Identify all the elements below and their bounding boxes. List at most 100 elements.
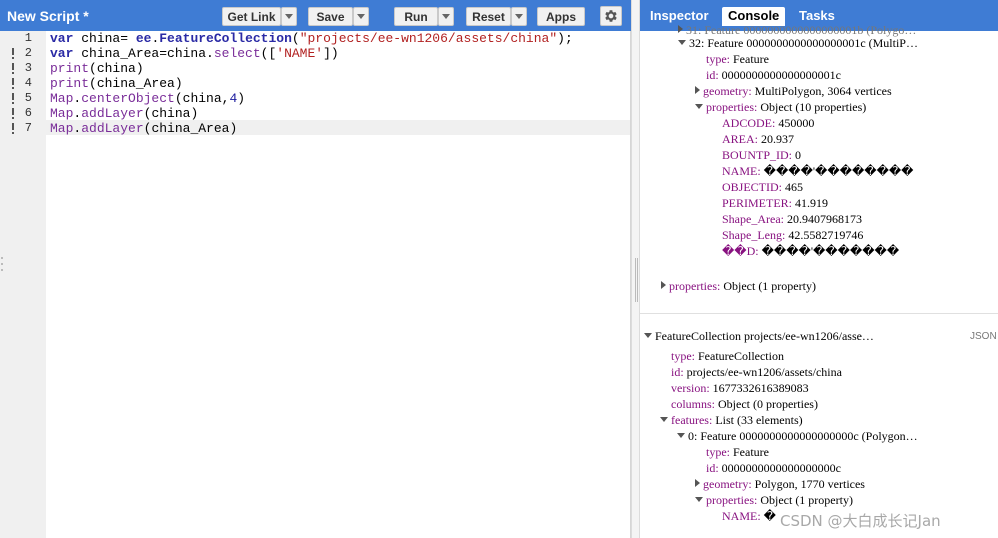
property-key: ADCODE: — [722, 116, 776, 130]
code-token: Map — [50, 121, 74, 136]
collapse-icon[interactable] — [695, 497, 703, 502]
code-line[interactable]: Map.centerObject(china,4) — [50, 91, 245, 106]
expand-icon[interactable] — [661, 281, 666, 289]
expand-icon[interactable] — [695, 86, 700, 94]
tree-row-featurecollection[interactable]: FeatureCollection projects/ee-wn1206/ass… — [644, 328, 874, 344]
save-button[interactable]: Save — [308, 7, 353, 26]
code-token: var — [50, 46, 82, 61]
lint-marker-icon[interactable] — [10, 93, 16, 104]
property-value: 42.5582719746 — [785, 228, 864, 242]
line-number-gutter: 1234567 — [0, 31, 46, 538]
tree-row-fc-version: version: 1677332616389083 — [671, 381, 809, 395]
code-line[interactable]: var china_Area=china.select(['NAME']) — [50, 46, 339, 61]
tree-row-properties[interactable]: properties: Object (10 properties) — [695, 99, 866, 115]
editor-toolbar: New Script * Get Link Save Run Reset App… — [0, 0, 631, 31]
property-row: Shape_Leng: 42.5582719746 — [722, 227, 863, 243]
reset-button[interactable]: Reset — [466, 7, 511, 26]
code-token: ([ — [260, 46, 277, 61]
get-link-button[interactable]: Get Link — [222, 7, 281, 26]
script-title[interactable]: New Script * — [7, 8, 89, 24]
lint-marker-icon[interactable] — [10, 123, 16, 134]
code-token: ]) — [323, 46, 339, 61]
code-token: var — [50, 31, 82, 46]
gutter-row: 1 — [0, 31, 46, 46]
lint-marker-icon[interactable] — [10, 108, 16, 119]
splitter-grip-icon[interactable] — [635, 258, 638, 302]
collapse-icon[interactable] — [677, 433, 685, 438]
collapse-icon[interactable] — [678, 40, 686, 45]
collapse-icon[interactable] — [644, 333, 652, 338]
tree-row-id: id: 0000000000000000001c — [706, 68, 841, 82]
code-token: 'NAME' — [276, 46, 324, 61]
line-number: 3 — [24, 61, 32, 75]
save-dropdown[interactable] — [353, 7, 369, 26]
collapse-icon[interactable] — [695, 104, 703, 109]
tree-row-geometry[interactable]: geometry: MultiPolygon, 3064 vertices — [695, 83, 892, 99]
property-key: NAME: — [722, 164, 761, 178]
code-line[interactable]: var china= ee.FeatureCollection("project… — [50, 31, 573, 46]
tree-row-feature-32[interactable]: 32: Feature 0000000000000000001c (MultiP… — [678, 35, 918, 51]
apps-button[interactable]: Apps — [537, 7, 585, 26]
tree-row-f0-name: NAME: � — [722, 509, 776, 523]
expand-icon[interactable] — [695, 479, 700, 487]
tree-row-f0-geometry[interactable]: geometry: Polygon, 1770 vertices — [695, 476, 865, 492]
settings-button[interactable] — [600, 6, 622, 26]
property-value: 20.9407968173 — [783, 212, 862, 226]
code-token: Map — [50, 106, 74, 121]
lint-marker-icon[interactable] — [10, 63, 16, 74]
code-token: addLayer — [81, 121, 144, 136]
panel-splitter[interactable] — [631, 0, 640, 538]
line-number: 2 — [24, 46, 32, 60]
collapse-icon[interactable] — [660, 417, 668, 422]
code-token: china_Area=china. — [81, 46, 214, 61]
code-line[interactable]: Map.addLayer(china) — [50, 106, 198, 121]
console-divider — [640, 313, 998, 314]
property-key: PERIMETER: — [722, 196, 793, 210]
property-key: Shape_Area: — [722, 212, 784, 226]
tree-row-fc-type: type: FeatureCollection — [671, 349, 784, 363]
run-dropdown[interactable] — [438, 7, 454, 26]
tree-row-feature-0[interactable]: 0: Feature 0000000000000000000c (Polygon… — [677, 428, 918, 444]
tree-row-root-properties[interactable]: properties: Object (1 property) — [661, 278, 816, 294]
tree-row-f0-type: type: Feature — [706, 445, 769, 459]
property-value: 450000 — [775, 116, 815, 130]
code-token: ) — [237, 91, 246, 106]
code-line[interactable]: Map.addLayer(china_Area) — [50, 121, 237, 136]
reset-dropdown[interactable] — [511, 7, 527, 26]
lint-marker-icon[interactable] — [10, 48, 16, 59]
chevron-down-icon — [515, 14, 523, 19]
gutter-row: 2 — [0, 46, 46, 61]
run-button[interactable]: Run — [394, 7, 438, 26]
expand-icon[interactable] — [678, 25, 683, 33]
gutter-row: 6 — [0, 106, 46, 121]
chevron-down-icon — [285, 14, 293, 19]
tree-row-type: type: Feature — [706, 52, 769, 66]
gutter-row: 7 — [0, 121, 46, 136]
gutter-row: 5 — [0, 91, 46, 106]
code-token: (china) — [89, 61, 144, 76]
code-token: (china_Area) — [89, 76, 183, 91]
tree-row-fc-features[interactable]: features: List (33 elements) — [660, 412, 803, 428]
code-token: (china) — [143, 106, 199, 121]
code-token: (china_Area) — [143, 121, 238, 136]
tree-row-f0-properties[interactable]: properties: Object (1 property) — [695, 492, 853, 508]
code-token: ( — [291, 31, 300, 46]
line-number: 5 — [24, 91, 32, 105]
code-line[interactable]: print(china) — [50, 61, 144, 76]
get-link-dropdown[interactable] — [281, 7, 297, 26]
line-number: 7 — [24, 121, 32, 135]
code-token: FeatureCollection — [159, 31, 292, 46]
property-key: AREA: — [722, 132, 758, 146]
code-line[interactable]: print(china_Area) — [50, 76, 183, 91]
tree-row-f0-id: id: 0000000000000000000c — [706, 461, 841, 475]
lint-marker-icon[interactable] — [10, 78, 16, 89]
json-link[interactable]: JSON — [970, 331, 997, 342]
property-key: Shape_Leng: — [722, 228, 786, 242]
property-row: Shape_Area: 20.9407968173 — [722, 211, 862, 227]
resize-handle-icon[interactable] — [0, 255, 4, 273]
code-token: (china, — [174, 91, 230, 106]
tree-row-fc-id: id: projects/ee-wn1206/assets/china — [671, 365, 842, 379]
tree-row-fc-columns[interactable]: columns: Object (0 properties) — [671, 396, 818, 412]
property-key: OBJECTID: — [722, 180, 782, 194]
property-value: 20.937 — [758, 132, 794, 146]
